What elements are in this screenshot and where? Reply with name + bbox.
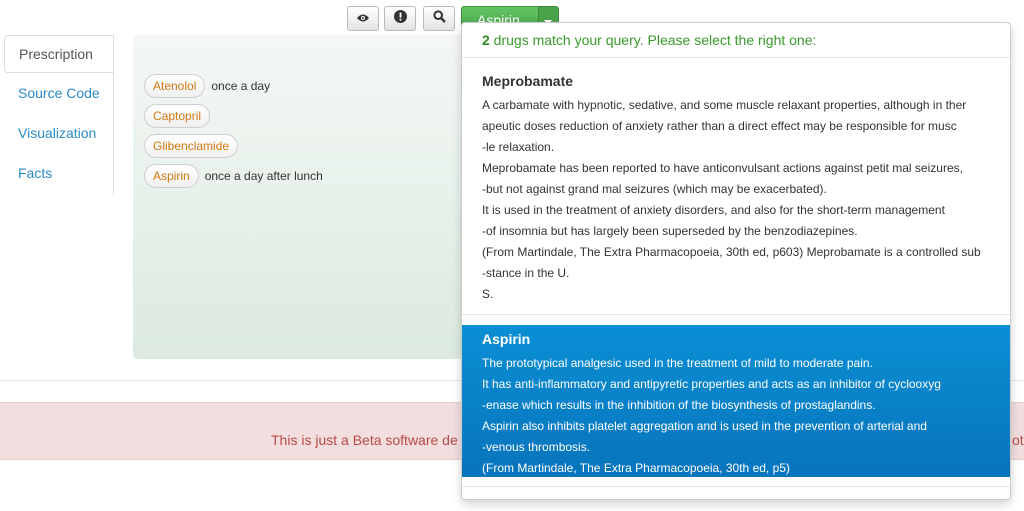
drug-description-line: Meprobamate has been reported to have an… [482,161,963,175]
dropdown-divider [462,314,1010,315]
drug-description-line: (From Martindale, The Extra Pharmacopoei… [482,461,790,475]
dosage-instruction: once a day after lunch [204,169,323,183]
warning-button[interactable] [384,6,416,31]
drug-description-line: -enase which results in the inhibition o… [482,398,876,412]
drug-option-name: Aspirin [482,331,531,347]
tab-list: Prescription Source Code Visualization F… [4,35,114,193]
drug-pill-aspirin[interactable]: Aspirin [144,164,199,188]
search-button[interactable] [423,6,455,31]
exclamation-icon [393,9,407,28]
drug-description-line: It is used in the treatment of anxiety d… [482,203,945,217]
drug-description-line: Aspirin also inhibits platelet aggregati… [482,419,927,433]
drug-description-line: apeutic doses reduction of anxiety rathe… [482,119,957,133]
tab-prescription[interactable]: Prescription [4,35,114,73]
drug-description-line: S. [482,287,494,301]
drug-description-line: -venous thrombosis. [482,440,591,454]
match-count-header: 2 drugs match your query. Please select … [482,32,816,48]
prescription-row: Atenolol once a day [144,74,270,98]
beta-alert-text: This is just a Beta software de [271,432,458,448]
dropdown-divider [462,57,1010,58]
drug-description-line: -but not against grand mal seizures (whi… [482,182,827,196]
drug-description-line: -le relaxation. [482,140,555,154]
drug-description-line: A carbamate with hypnotic, sedative, and… [482,98,967,112]
search-icon [432,9,446,28]
drug-option-name: Meprobamate [482,73,574,89]
match-header-text: drugs match your query. Please select th… [489,32,817,48]
tab-facts[interactable]: Facts [4,153,114,193]
prescription-row: Aspirin once a day after lunch [144,164,323,188]
drug-description-line: The prototypical analgesic used in the t… [482,356,873,370]
match-count: 2 [482,32,490,48]
dropdown-divider [462,486,1010,487]
tab-visualization[interactable]: Visualization [4,113,114,153]
drug-description-line: -of insomnia but has largely been supers… [482,224,858,238]
drug-description-line: (From Martindale, The Extra Pharmacopoei… [482,245,981,259]
drug-description-line: -stance in the U. [482,266,570,280]
drug-pill-atenolol[interactable]: Atenolol [144,74,206,98]
drug-match-dropdown: 2 drugs match your query. Please select … [461,22,1011,500]
view-button[interactable] [347,6,379,31]
dosage-instruction: once a day [211,79,271,93]
tabs-divider [113,35,114,195]
drug-option-meprobamate[interactable]: Meprobamate A carbamate with hypnotic, s… [462,73,1010,305]
beta-alert-text-tail: ot [1012,432,1024,448]
tab-source-code[interactable]: Source Code [4,73,114,113]
prescription-row: Glibenclamide [144,134,244,158]
prescription-panel: Atenolol once a day Captopril Glibenclam… [133,35,473,359]
drug-pill-glibenclamide[interactable]: Glibenclamide [144,134,239,158]
eye-icon [356,10,370,28]
drug-option-aspirin[interactable]: Aspirin The prototypical analgesic used … [462,325,1010,477]
prescription-row: Captopril [144,104,216,128]
drug-description-line: It has anti-inflammatory and antipyretic… [482,377,941,391]
drug-pill-captopril[interactable]: Captopril [144,104,211,128]
